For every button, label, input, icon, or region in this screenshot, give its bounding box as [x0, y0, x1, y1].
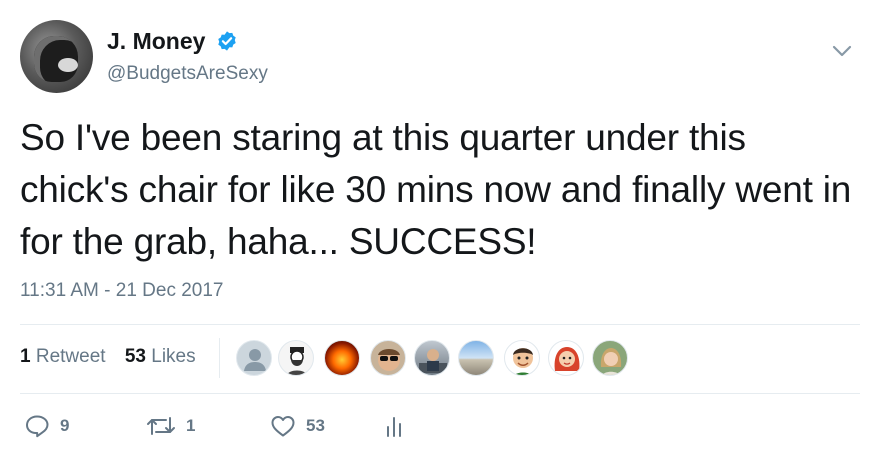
- author-avatar[interactable]: [20, 20, 93, 93]
- tweet-stats: 1 Retweet 53 Likes: [20, 346, 210, 368]
- reply-count: 9: [60, 416, 70, 435]
- default-user-icon: [244, 349, 266, 371]
- verified-badge-icon: [218, 31, 236, 51]
- liker-avatar-woman[interactable]: [592, 340, 628, 376]
- man-at-desk-icon: [419, 349, 447, 373]
- likes-label: Likes: [151, 346, 196, 367]
- like-action-count: 53: [306, 416, 325, 435]
- analytics-button[interactable]: [384, 414, 404, 438]
- like-button[interactable]: 53: [270, 414, 325, 438]
- retweet-action-count: 1: [186, 416, 196, 435]
- liker-avatar-desk[interactable]: [414, 340, 450, 376]
- analytics-bar-icon: [387, 417, 401, 437]
- liker-avatar-landscape[interactable]: [458, 340, 494, 376]
- cartoon-man-icon: [513, 348, 533, 375]
- liker-avatar-fire[interactable]: [324, 340, 360, 376]
- author-info: J. Money @BudgetsAreSexy: [107, 26, 268, 87]
- tweet-timestamp[interactable]: 11:31 AM - 21 Dec 2017: [20, 280, 224, 302]
- tweet-text: So I've been staring at this quarter und…: [20, 117, 852, 262]
- author-display-name[interactable]: J. Money: [107, 26, 205, 56]
- woman-outdoors-icon: [600, 348, 622, 375]
- liker-avatar-cartoon[interactable]: [504, 340, 540, 376]
- reply-button[interactable]: 9: [24, 414, 69, 438]
- divider: [20, 393, 860, 394]
- retweet-icon: [147, 417, 175, 435]
- heart-icon: [271, 416, 295, 437]
- divider: [20, 324, 860, 325]
- chevron-down-icon[interactable]: [832, 44, 852, 58]
- retweet-stat[interactable]: 1 Retweet: [20, 346, 106, 368]
- author-handle[interactable]: @BudgetsAreSexy: [107, 61, 268, 87]
- liker-avatar-red-hair[interactable]: [548, 340, 584, 376]
- tweet-actions: 9 1 53: [20, 414, 440, 448]
- man-sunglasses-icon: [378, 349, 400, 371]
- avatar-snout-shape: [58, 58, 78, 72]
- likes-count: 53: [124, 346, 146, 367]
- liker-avatar-sketch[interactable]: [278, 340, 314, 376]
- reply-icon: [26, 415, 49, 438]
- stats-separator: [219, 338, 220, 378]
- retweet-label: Retweet: [35, 346, 106, 367]
- liker-avatar-sunglasses[interactable]: [370, 340, 406, 376]
- bearded-man-sketch-icon: [287, 347, 307, 375]
- likes-stat[interactable]: 53 Likes: [125, 346, 196, 368]
- retweet-count: 1: [20, 346, 31, 367]
- retweet-button[interactable]: 1: [146, 414, 195, 438]
- red-hair-woman-icon: [554, 347, 580, 371]
- liker-avatar-default[interactable]: [236, 340, 272, 376]
